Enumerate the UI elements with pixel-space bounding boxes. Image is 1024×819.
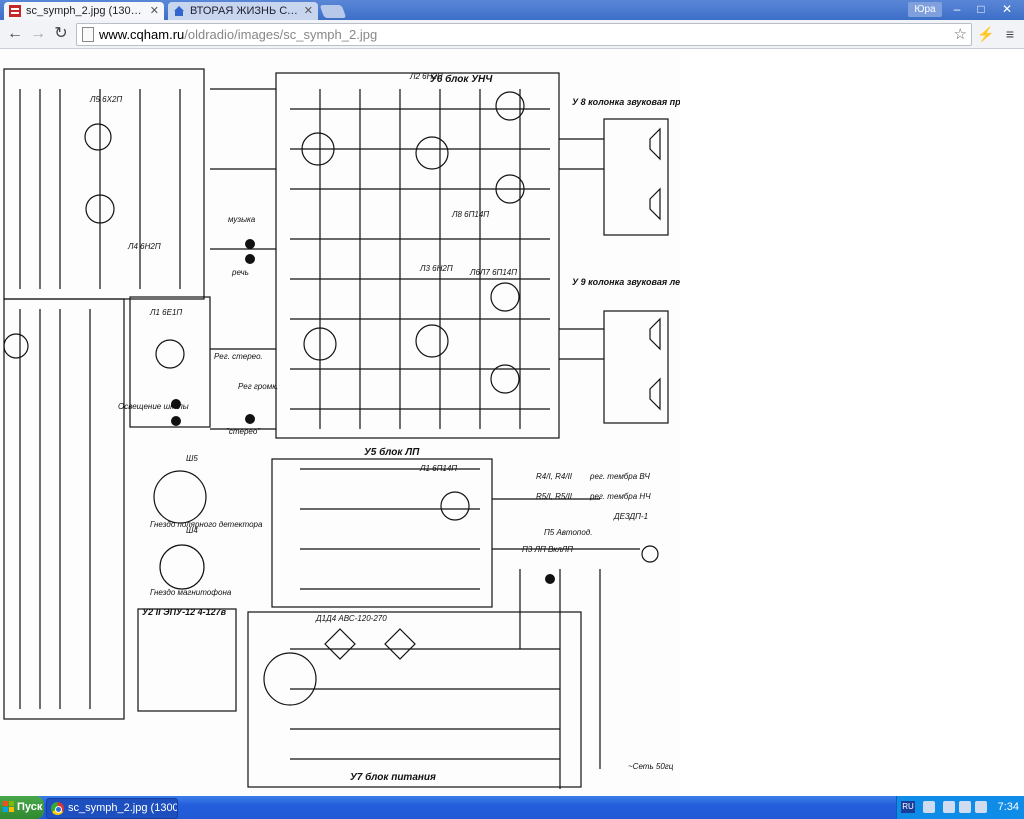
block-u7-label: У7 блок питания: [350, 771, 436, 783]
url-domain: www.cqham.ru: [99, 27, 185, 42]
keyboard-icon[interactable]: [923, 801, 935, 813]
minimize-button[interactable]: –: [946, 1, 968, 17]
tab-sc-symph[interactable]: sc_symph_2.jpg (1300×140… ✕: [4, 2, 164, 20]
afc-label: П5 Автопод.: [544, 528, 592, 537]
reload-icon[interactable]: ↻: [50, 23, 72, 45]
tape-socket-label: Гнездо магнитофона: [150, 588, 232, 597]
tube-l5-label: Л5 6Х2П: [89, 95, 122, 104]
tube-l1-label: Л1 6Е1П: [149, 308, 182, 317]
extension-icon[interactable]: ⚡: [976, 23, 996, 45]
schematic-image: У6 блок УНЧ У 8 колонка звуковая правого…: [0, 49, 680, 796]
sh4-label: Ш4: [186, 526, 198, 535]
detector-socket-label: Гнездо полярного детектора: [150, 520, 263, 529]
forward-icon[interactable]: →: [27, 23, 49, 45]
start-label: Пуск: [17, 801, 43, 813]
taskbar-item-label: sc_symph_2.jpg (1300…: [68, 802, 178, 814]
block-u2-label: У2 II ЭПУ-12 4-127в: [142, 607, 227, 617]
lp-switch-label: П3 ЛП ВклЛП: [522, 545, 573, 554]
house-favicon-icon: [174, 6, 184, 16]
page-viewport: У6 блок УНЧ У 8 колонка звуковая правого…: [0, 49, 1024, 796]
tube-l2-label: Л2 6Н2П: [409, 72, 443, 81]
volume-icon[interactable]: [959, 801, 971, 813]
tab-close-icon[interactable]: ✕: [150, 2, 159, 20]
r4-label: R4/I, R4/II: [536, 472, 573, 481]
windows-flag-icon: [3, 801, 14, 812]
tube-l1b-label: Л1 6П14П: [419, 464, 457, 473]
address-bar[interactable]: www.cqham.ru/oldradio/images/sc_symph_2.…: [76, 23, 972, 46]
block-u9-label: У 9 колонка звуковая левого канала: [572, 277, 680, 287]
switch-speech-label: речь: [231, 268, 249, 277]
dezdp-label: ДЕЗДП-1: [613, 512, 648, 521]
avc-label: Д1Д4 АВС-120-270: [315, 614, 387, 623]
new-tab-button[interactable]: [319, 5, 347, 18]
tab-close-icon[interactable]: ✕: [304, 2, 313, 20]
tone-lf-label: рег. тембра НЧ: [589, 492, 651, 501]
chrome-icon: [51, 802, 64, 815]
address-url[interactable]: www.cqham.ru/oldradio/images/sc_symph_2.…: [99, 24, 377, 45]
tab-vtoraya-zhizn[interactable]: ВТОРАЯ ЖИЗНЬ СТАРОГО Р… ✕: [168, 2, 318, 20]
volume-label: Рег громк.: [238, 382, 278, 391]
scale-light-label: Освещение шкалы: [118, 402, 189, 411]
tab-label: ВТОРАЯ ЖИЗНЬ СТАРОГО Р…: [190, 5, 300, 17]
r5-label: R5/I, R5/II: [536, 492, 573, 501]
bookmark-star-icon[interactable]: ☆: [954, 24, 967, 45]
language-indicator[interactable]: RU: [901, 801, 915, 813]
mains-label: ~Сеть 50гц: [628, 762, 674, 771]
maximize-button[interactable]: □: [970, 1, 992, 17]
url-path: /oldradio/images/sc_symph_2.jpg: [184, 27, 378, 42]
sh5-label: Ш5: [186, 454, 198, 463]
system-tray: RU 7:34: [896, 796, 1024, 819]
tube-l8-label: Л8 6П14П: [451, 210, 489, 219]
switch-music-label: музыка: [228, 215, 256, 224]
start-button[interactable]: Пуск: [0, 796, 44, 819]
clock[interactable]: 7:34: [998, 796, 1019, 819]
tab-label: sc_symph_2.jpg (1300×140…: [26, 5, 146, 17]
taskbar-item-chrome[interactable]: sc_symph_2.jpg (1300…: [46, 798, 178, 819]
network-icon[interactable]: [943, 801, 955, 813]
browser-toolbar: ← → ↻ www.cqham.ru/oldradio/images/sc_sy…: [0, 20, 1024, 49]
page-icon: [82, 27, 94, 42]
browser-title-bar: sc_symph_2.jpg (1300×140… ✕ ВТОРАЯ ЖИЗНЬ…: [0, 0, 1024, 20]
block-u8-label: У 8 колонка звуковая правого канала: [572, 97, 680, 107]
user-badge[interactable]: Юра: [908, 2, 942, 17]
menu-icon[interactable]: ≡: [1000, 23, 1020, 45]
site-favicon-icon: [9, 5, 21, 17]
tube-l3-label: Л3 6Н2П: [419, 264, 453, 273]
tube-l4-label: Л4 6Н2П: [127, 242, 161, 251]
tone-hf-label: рег. тембра ВЧ: [589, 472, 650, 481]
block-u5-label: У5 блок ЛП: [364, 446, 420, 458]
close-window-button[interactable]: ✕: [996, 1, 1018, 17]
stereo-adjust-label: Рег. стерео.: [214, 352, 263, 361]
windows-taskbar: Пуск sc_symph_2.jpg (1300… RU 7:34: [0, 796, 1024, 819]
tube-l6-label: Л6Л7 6П14П: [469, 268, 517, 277]
antivirus-icon[interactable]: [975, 801, 987, 813]
back-icon[interactable]: ←: [4, 23, 26, 45]
switch-stereo-label: "стерео": [226, 427, 261, 436]
